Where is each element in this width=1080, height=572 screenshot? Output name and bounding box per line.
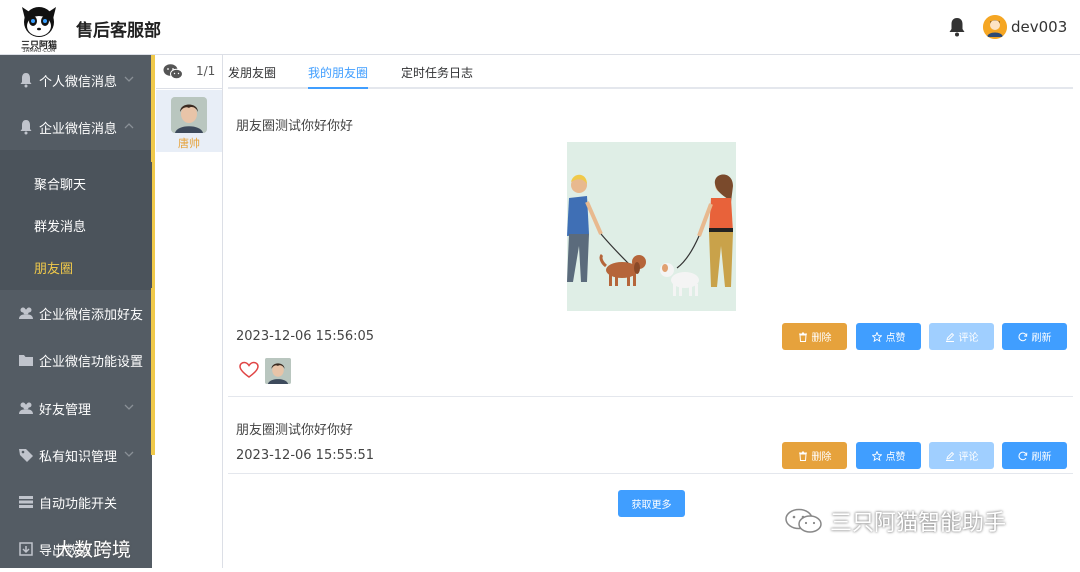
sidebar-item-label: 好友管理	[39, 402, 92, 418]
wechat-icon	[163, 64, 183, 80]
page-title: 售后客服部	[76, 21, 161, 41]
chevron-up-icon	[124, 123, 134, 129]
post-image[interactable]	[567, 142, 736, 311]
refresh-icon	[1018, 332, 1027, 341]
sidebar-subitem-moments[interactable]: 朋友圈	[0, 246, 152, 288]
refresh-button[interactable]: 刷新	[1002, 442, 1067, 469]
logo-subtext: 3AMAO·COM	[22, 48, 56, 54]
like-button-label: 点赞	[885, 452, 906, 463]
post-text: 朋友圈测试你好你好	[236, 119, 354, 134]
sidebar-item-enterprise-wechat[interactable]: 企业微信消息	[0, 104, 152, 150]
chevron-down-icon	[124, 451, 134, 457]
user-avatar-icon	[983, 15, 1007, 39]
comment-button-label: 评论	[958, 333, 979, 344]
chevron-down-icon	[124, 404, 134, 410]
moment-post: 朋友圈测试你好你好 2023-12-06 15:56:05 删除 点赞 评论 刷…	[228, 100, 1073, 397]
sidebar-item-knowledge[interactable]: 私有知识管理	[0, 432, 152, 478]
like-button-label: 点赞	[885, 333, 906, 344]
sidebar-item-label: 企业微信功能设置	[39, 354, 144, 370]
friend-list: 1/1 唐帅	[156, 55, 223, 568]
comment-button[interactable]: 评论	[929, 323, 994, 350]
person-avatar-icon	[171, 97, 207, 133]
post-text: 朋友圈测试你好你好	[236, 423, 354, 438]
like-button[interactable]: 点赞	[856, 442, 921, 469]
post-timestamp: 2023-12-06 15:56:05	[236, 329, 375, 344]
edit-icon	[945, 451, 954, 461]
user-avatar[interactable]	[983, 15, 1007, 39]
wechat-watermark-icon	[785, 508, 822, 533]
sidebar-item-personal-wechat[interactable]: 个人微信消息	[0, 57, 152, 103]
tab-bar: 发朋友圈 我的朋友圈 定时任务日志	[228, 55, 1073, 89]
chevron-down-icon	[124, 76, 134, 82]
person-avatar-icon	[265, 358, 291, 384]
wechat-account-watermark: 三只阿猫智能助手	[784, 505, 1006, 537]
sidebar-item-friend-management[interactable]: 好友管理	[0, 385, 152, 431]
notification-bell-icon[interactable]	[948, 17, 966, 37]
sidebar-item-label: 企业微信消息	[39, 121, 118, 137]
friend-list-header: 1/1	[156, 55, 222, 89]
liker-avatar[interactable]	[265, 358, 291, 384]
dog-walkers-illustration	[567, 142, 736, 311]
tab-post-moments[interactable]: 发朋友圈	[228, 64, 276, 89]
delete-button-label: 删除	[811, 452, 832, 463]
export-icon	[19, 542, 33, 556]
edit-icon	[945, 332, 954, 342]
friend-avatar	[171, 97, 207, 133]
bell-icon	[20, 120, 32, 135]
load-more-button[interactable]: 获取更多	[618, 490, 685, 517]
sidebar-item-auto-switch[interactable]: 自动功能开关	[0, 479, 152, 525]
sidebar-item-label: 企业微信添加好友	[39, 307, 144, 323]
folder-icon	[19, 355, 33, 366]
delete-button-label: 删除	[811, 333, 832, 344]
wechat-account-name: 三只阿猫智能助手	[830, 511, 1007, 536]
refresh-button-label: 刷新	[1031, 333, 1052, 344]
star-icon	[871, 331, 882, 342]
app-header: 三只阿猫 3AMAO·COM 售后客服部 dev003	[0, 0, 1080, 55]
tag-icon	[19, 449, 33, 462]
sidebar-item-add-friends[interactable]: 企业微信添加好友	[0, 290, 152, 336]
like-button[interactable]: 点赞	[856, 323, 921, 350]
delete-button[interactable]: 删除	[782, 442, 847, 469]
username-label[interactable]: dev003	[1011, 18, 1067, 36]
users-icon	[19, 307, 33, 319]
comment-button[interactable]: 评论	[929, 442, 994, 469]
trash-icon	[798, 332, 807, 342]
sidebar-item-label: 私有知识管理	[39, 449, 118, 465]
friend-count: 1/1	[196, 64, 216, 78]
star-icon	[871, 450, 882, 461]
refresh-button[interactable]: 刷新	[1002, 323, 1067, 350]
moment-post: 朋友圈测试你好你好 2023-12-06 15:55:51 删除 点赞 评论 刷…	[228, 405, 1073, 474]
corner-watermark: 大数跨境	[55, 539, 132, 561]
tab-scheduled-log[interactable]: 定时任务日志	[401, 64, 473, 89]
server-icon	[19, 496, 33, 508]
sidebar-item-label: 自动功能开关	[39, 496, 118, 512]
bell-icon	[20, 73, 32, 88]
sidebar-subitem-aggregate-chat[interactable]: 聚合聊天	[0, 162, 152, 204]
delete-button[interactable]: 删除	[782, 323, 847, 350]
users-icon	[19, 402, 33, 414]
trash-icon	[798, 451, 807, 461]
main-content: 发朋友圈 我的朋友圈 定时任务日志 朋友圈测试你好你好 2023-12-06 1…	[224, 55, 1080, 568]
sidebar-subitem-mass-message[interactable]: 群发消息	[0, 204, 152, 246]
refresh-icon	[1018, 451, 1027, 460]
heart-icon[interactable]	[239, 361, 259, 379]
friend-name: 唐帅	[178, 137, 200, 150]
friend-list-item[interactable]: 唐帅	[156, 90, 222, 152]
refresh-button-label: 刷新	[1031, 452, 1052, 463]
sidebar-item-label: 个人微信消息	[39, 74, 118, 90]
tab-my-moments[interactable]: 我的朋友圈	[308, 64, 369, 89]
sidebar-item-feature-settings[interactable]: 企业微信功能设置	[0, 337, 152, 383]
comment-button-label: 评论	[958, 452, 979, 463]
post-timestamp: 2023-12-06 15:55:51	[236, 448, 375, 463]
